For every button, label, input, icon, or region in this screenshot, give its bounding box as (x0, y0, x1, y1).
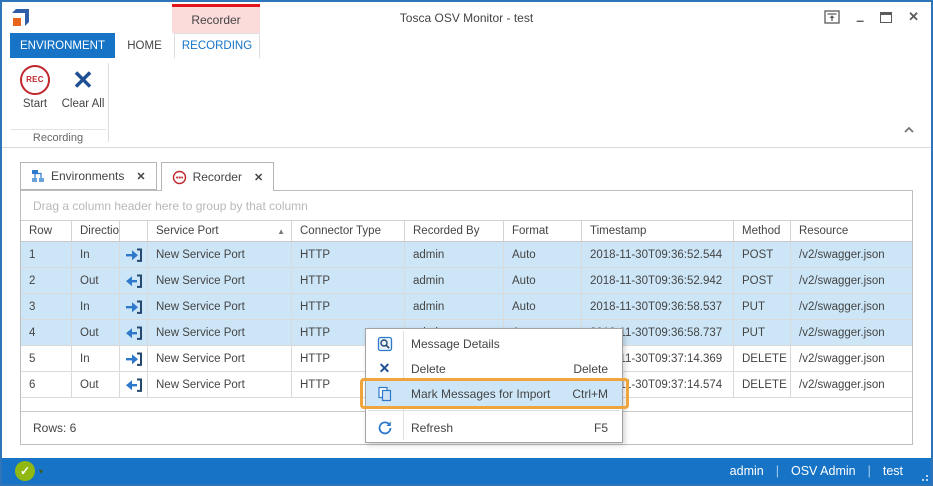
direction-in-icon (125, 247, 143, 263)
app-window: Recorder Tosca OSV Monitor - test – ✕ (0, 0, 933, 486)
status-dropdown-caret-icon[interactable]: ▾ (39, 467, 43, 476)
status-user[interactable]: admin (730, 464, 764, 478)
collapse-ribbon-button[interactable] (903, 121, 915, 139)
start-button-label: Start (23, 98, 47, 112)
clear-all-button[interactable]: ✕ Clear All (58, 65, 108, 112)
message-details-icon (366, 336, 403, 352)
document-tab-bar: Environments ✕ Recorder ✕ (20, 162, 278, 191)
tab-environments[interactable]: Environments ✕ (20, 162, 157, 190)
status-separator: | (868, 464, 871, 478)
table-row[interactable]: 2 Out New Service Port HTTP admin Auto 2… (21, 268, 912, 294)
menu-item-mark-messages-for-import[interactable]: Mark Messages for Import Ctrl+M (366, 381, 622, 406)
tab-recorder[interactable]: Recorder ✕ (161, 162, 275, 191)
status-ok-icon[interactable]: ✓ (15, 461, 35, 481)
column-header-connector-type[interactable]: Connector Type (292, 221, 405, 241)
column-header-direction-icon[interactable] (120, 221, 148, 241)
window-controls: – ✕ (824, 9, 919, 25)
ribbon-body: REC Start ✕ Clear All Recording (2, 58, 931, 148)
menu-item-delete[interactable]: ✕ Delete Delete (366, 356, 622, 381)
environments-icon (31, 169, 45, 183)
minimize-icon: – (856, 16, 864, 24)
ribbon-tab-bar: ENVIRONMENT HOME RECORDING (2, 33, 931, 58)
menu-item-refresh[interactable]: Refresh F5 (366, 415, 622, 440)
close-environments-tab-icon[interactable]: ✕ (136, 170, 145, 183)
column-header-direction[interactable]: Direction (72, 221, 120, 241)
delete-icon: ✕ (366, 360, 403, 377)
tab-environment-label: ENVIRONMENT (20, 40, 105, 52)
chevron-up-icon (903, 126, 915, 134)
status-separator: | (776, 464, 779, 478)
float-window-icon (824, 10, 840, 24)
clear-all-icon: ✕ (72, 65, 94, 98)
maximize-button[interactable] (880, 12, 892, 23)
table-row[interactable]: 3 In New Service Port HTTP admin Auto 20… (21, 294, 912, 320)
group-by-panel[interactable]: Drag a column header here to group by th… (21, 191, 912, 220)
record-icon-text: REC (26, 75, 44, 85)
tab-home-label: HOME (127, 40, 162, 52)
table-row[interactable]: 1 In New Service Port HTTP admin Auto 20… (21, 242, 912, 268)
close-button[interactable]: ✕ (908, 9, 919, 25)
grid-header-row: Row Direction Service Port ▲ Connector T… (21, 220, 912, 242)
ribbon-group-divider (108, 63, 109, 142)
status-bar: ✓ ▾ admin | OSV Admin | test (2, 458, 931, 484)
refresh-icon (366, 420, 403, 436)
column-header-service-port[interactable]: Service Port ▲ (148, 221, 292, 241)
menu-separator (368, 410, 620, 411)
direction-in-icon (125, 351, 143, 367)
column-header-recorded-by[interactable]: Recorded By (405, 221, 504, 241)
clear-all-button-label: Clear All (62, 98, 105, 112)
column-header-resource[interactable]: Resource (791, 221, 912, 241)
window-title: Tosca OSV Monitor - test (2, 11, 931, 25)
copy-documents-icon (366, 386, 403, 402)
tab-recording-label: RECORDING (182, 40, 252, 52)
title-bar: Recorder Tosca OSV Monitor - test – ✕ (2, 2, 931, 33)
column-header-format[interactable]: Format (504, 221, 582, 241)
row-count-label: Rows: 6 (33, 421, 76, 435)
tab-environments-label: Environments (51, 169, 124, 183)
close-icon: ✕ (908, 9, 919, 25)
menu-item-message-details[interactable]: Message Details (366, 331, 622, 356)
column-header-timestamp[interactable]: Timestamp (582, 221, 734, 241)
float-window-button[interactable] (824, 10, 840, 24)
direction-out-icon (125, 377, 143, 393)
ribbon-group-label: Recording (10, 129, 106, 144)
start-recording-button[interactable]: REC Start (10, 65, 60, 112)
column-header-row[interactable]: Row (21, 221, 72, 241)
direction-in-icon (125, 299, 143, 315)
status-right-group: admin | OSV Admin | test (730, 464, 903, 478)
status-role[interactable]: OSV Admin (791, 464, 856, 478)
tab-recording[interactable]: RECORDING (174, 33, 260, 58)
recorder-icon (172, 170, 187, 185)
close-recorder-tab-icon[interactable]: ✕ (254, 171, 263, 184)
status-environment[interactable]: test (883, 464, 903, 478)
minimize-button[interactable]: – (856, 10, 864, 24)
direction-out-icon (125, 273, 143, 289)
record-icon: REC (20, 65, 50, 95)
column-header-method[interactable]: Method (734, 221, 791, 241)
tab-home[interactable]: HOME (115, 33, 174, 58)
sort-ascending-icon: ▲ (277, 227, 285, 236)
tab-recorder-label: Recorder (193, 170, 242, 184)
maximize-icon (880, 12, 892, 23)
tab-environment[interactable]: ENVIRONMENT (10, 33, 115, 58)
resize-grip[interactable] (918, 471, 928, 481)
context-menu: Message Details ✕ Delete Delete Mark Mes… (365, 328, 623, 443)
direction-out-icon (125, 325, 143, 341)
